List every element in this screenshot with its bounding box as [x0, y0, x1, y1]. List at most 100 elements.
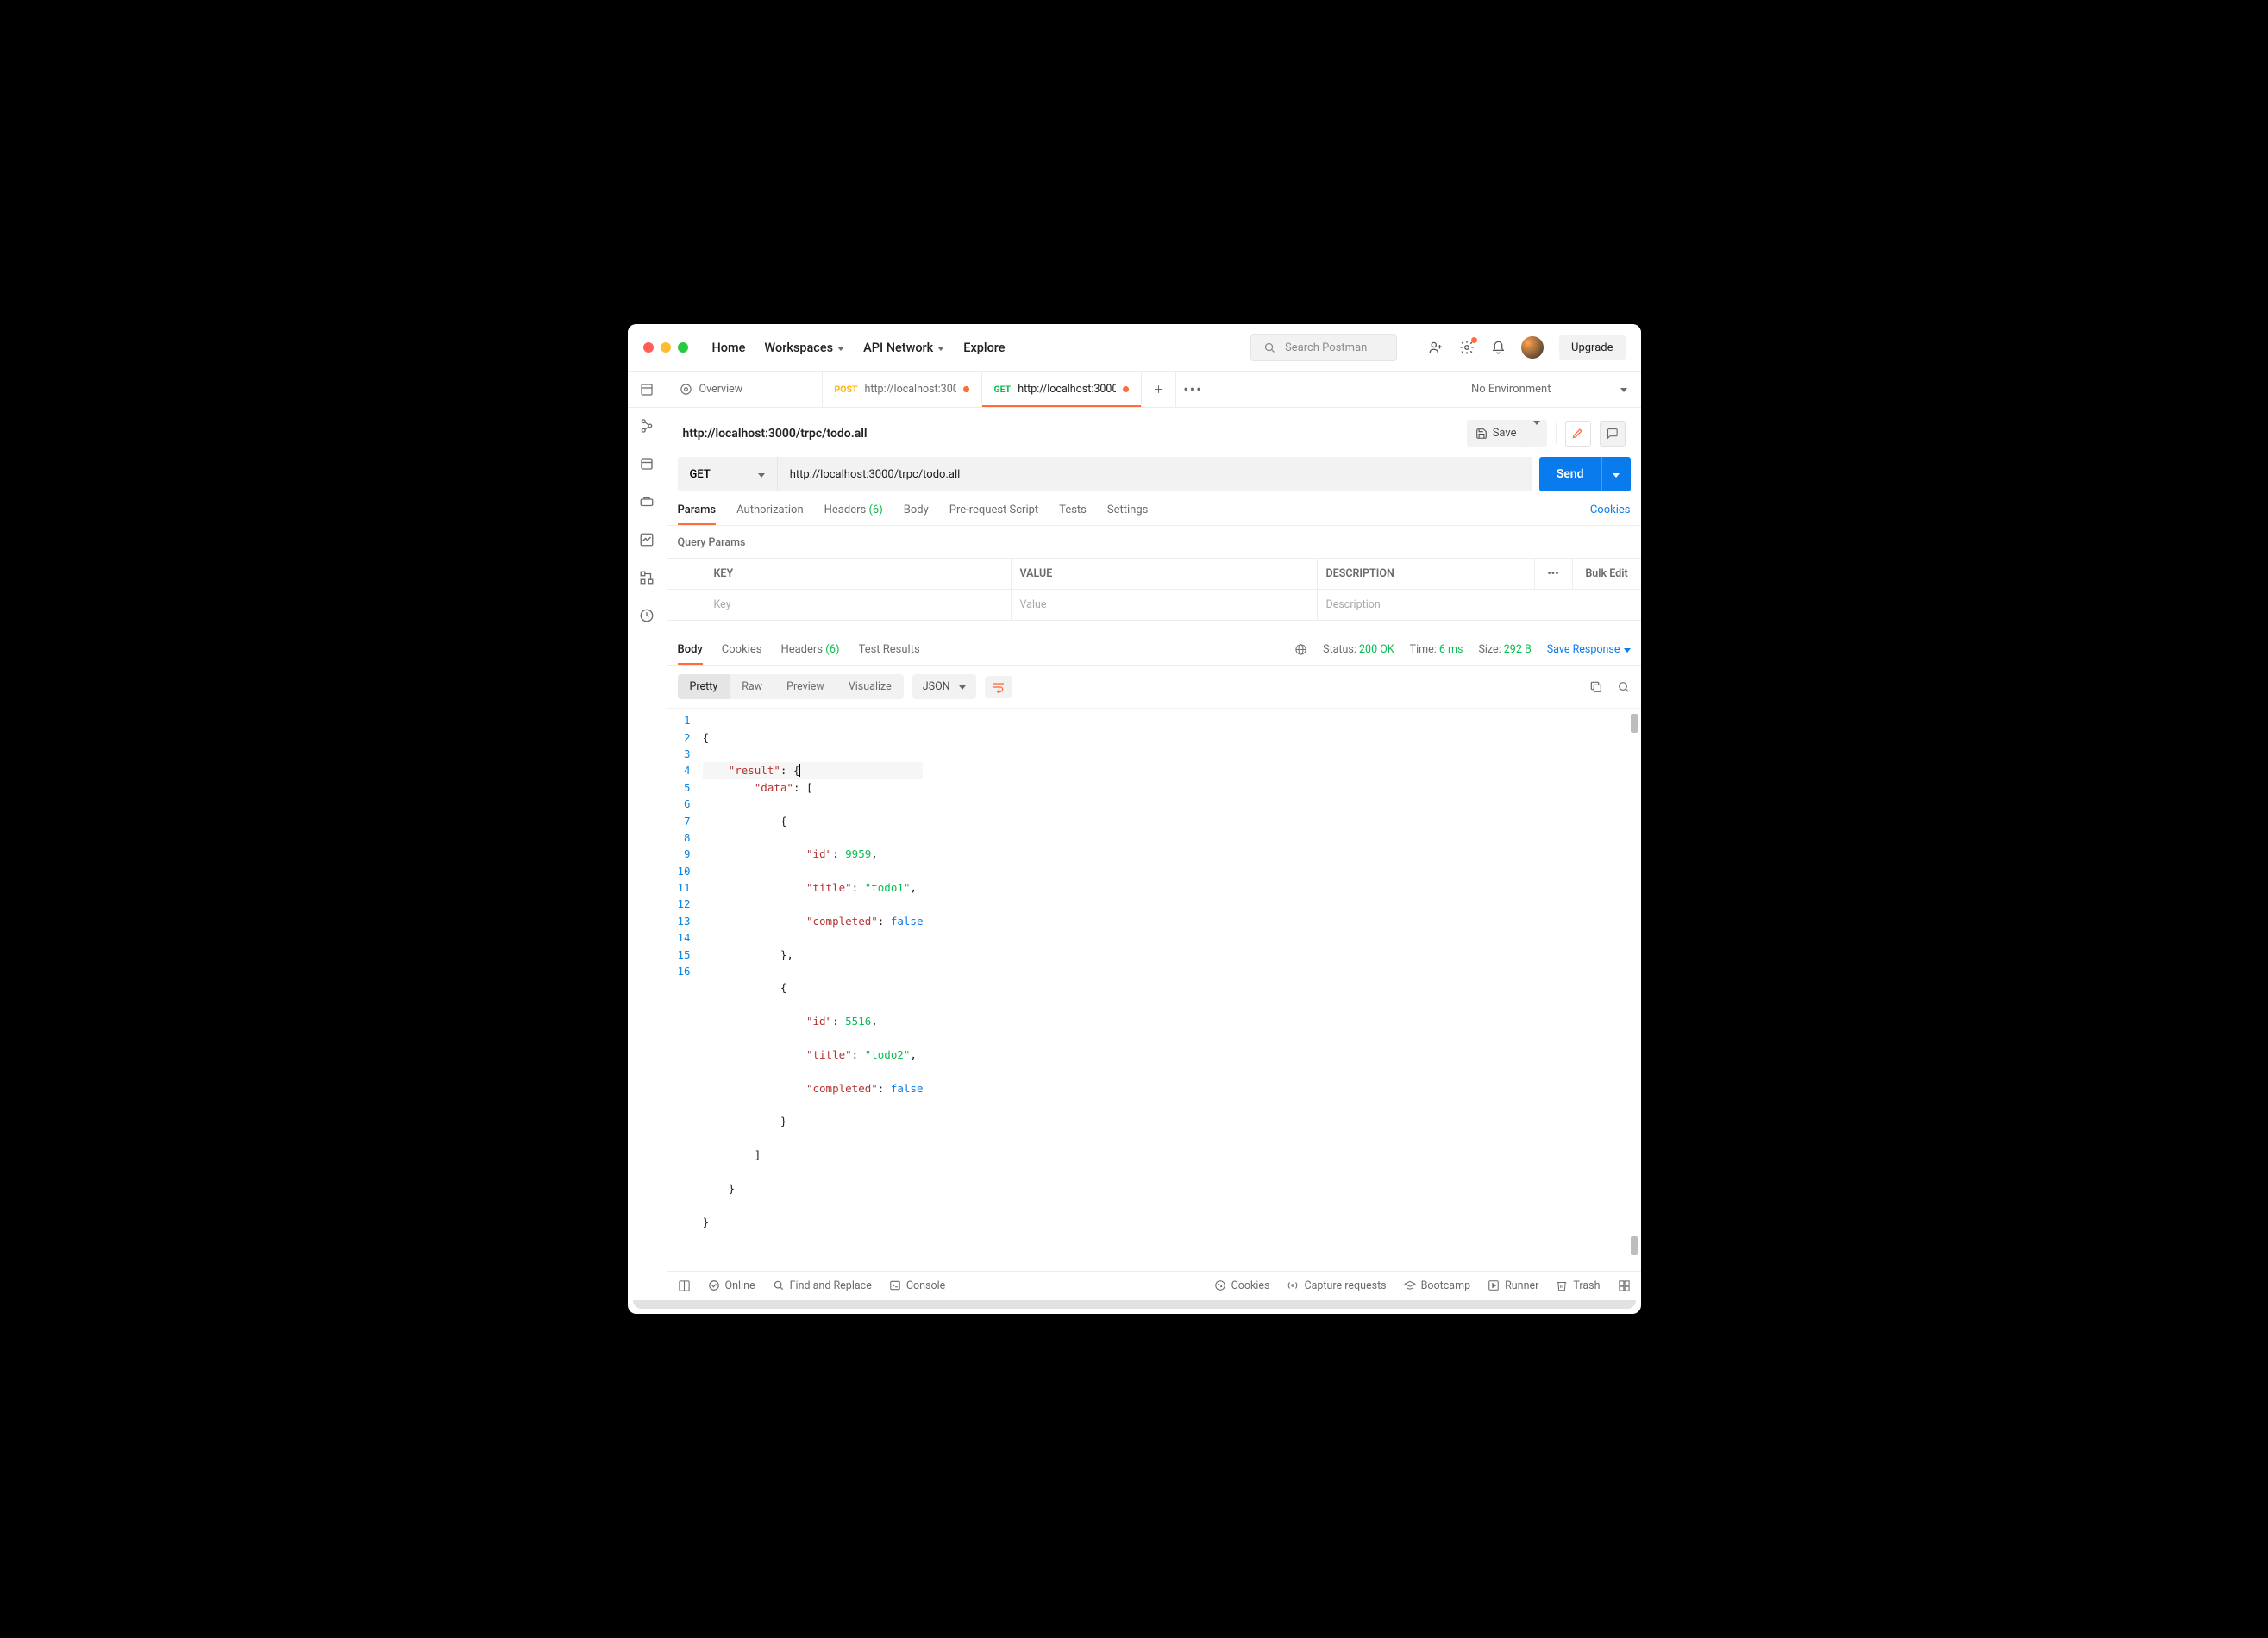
tab-headers[interactable]: Headers (6) — [824, 503, 883, 525]
body-controls: Pretty Raw Preview Visualize JSON — [667, 666, 1641, 709]
view-visualize[interactable]: Visualize — [836, 674, 904, 699]
new-tab-button[interactable] — [1142, 372, 1176, 407]
bulk-edit-button[interactable]: Bulk Edit — [1572, 559, 1641, 589]
layout-icon — [640, 383, 654, 397]
monitors-icon[interactable] — [639, 532, 655, 547]
environments-icon[interactable] — [639, 456, 655, 472]
res-tab-headers[interactable]: Headers (6) — [780, 643, 839, 665]
format-selector[interactable]: JSON — [912, 674, 976, 699]
settings-icon[interactable] — [1459, 340, 1475, 355]
sidebar-toggle[interactable] — [628, 372, 667, 407]
plus-icon — [1153, 384, 1164, 395]
request-header-actions: Save — [1467, 420, 1626, 447]
search-response-button[interactable] — [1617, 680, 1631, 694]
layout-toggle-button[interactable] — [1618, 1279, 1631, 1292]
flows-icon[interactable] — [639, 570, 655, 585]
runner-label: Runner — [1505, 1279, 1538, 1292]
column-options[interactable]: ••• — [1534, 559, 1572, 589]
main-nav: Home Workspaces API Network Explore — [712, 341, 1006, 355]
edit-button[interactable] — [1565, 421, 1591, 447]
runner-button[interactable]: Runner — [1488, 1279, 1538, 1292]
tab-overflow-button[interactable]: ••• — [1176, 372, 1211, 407]
view-preview[interactable]: Preview — [774, 674, 836, 699]
nav-explore[interactable]: Explore — [963, 341, 1005, 355]
scroll-thumb[interactable] — [1631, 714, 1638, 733]
size-label: Size: — [1478, 643, 1501, 656]
status-value: 200 OK — [1359, 643, 1394, 656]
tab-authorization[interactable]: Authorization — [736, 503, 804, 525]
user-avatar[interactable] — [1521, 336, 1544, 359]
description-input[interactable]: Description — [1318, 590, 1641, 620]
time-label: Time: — [1410, 643, 1437, 656]
save-dropdown[interactable] — [1526, 420, 1547, 447]
tab-get-request[interactable]: GET http://localhost:3000/t — [982, 372, 1142, 407]
capture-button[interactable]: Capture requests — [1287, 1279, 1386, 1292]
minimize-window-button[interactable] — [661, 342, 671, 353]
nav-api-network[interactable]: API Network — [863, 341, 944, 355]
http-method-selector[interactable]: GET — [678, 457, 778, 491]
copy-response-button[interactable] — [1589, 680, 1603, 694]
online-status[interactable]: Online — [708, 1279, 755, 1292]
tab-tests[interactable]: Tests — [1059, 503, 1087, 525]
nav-workspaces[interactable]: Workspaces — [764, 341, 844, 355]
send-dropdown[interactable] — [1601, 457, 1631, 491]
grid-icon — [1618, 1279, 1631, 1292]
mock-servers-icon[interactable] — [639, 494, 655, 510]
cookies-link[interactable]: Cookies — [1590, 503, 1631, 525]
tab-overview[interactable]: Overview — [667, 372, 823, 407]
search-input[interactable]: Search Postman — [1250, 334, 1397, 361]
traffic-lights — [643, 342, 688, 353]
tab-settings[interactable]: Settings — [1107, 503, 1148, 525]
cookies-label: Cookies — [1231, 1279, 1270, 1292]
save-button[interactable]: Save — [1467, 420, 1526, 447]
tab-post-request[interactable]: POST http://localhost:3000/ — [823, 372, 982, 407]
invite-icon[interactable] — [1428, 340, 1444, 355]
view-raw[interactable]: Raw — [730, 674, 774, 699]
search-icon — [1617, 680, 1631, 694]
collections-icon[interactable] — [639, 418, 655, 434]
status-label: Status: — [1323, 643, 1356, 656]
save-response-button[interactable]: Save Response — [1547, 643, 1631, 656]
close-window-button[interactable] — [643, 342, 654, 353]
column-key: KEY — [705, 559, 1012, 589]
headers-count: (6) — [868, 503, 882, 516]
chevron-down-icon — [1613, 473, 1620, 478]
maximize-window-button[interactable] — [678, 342, 688, 353]
tab-body[interactable]: Body — [904, 503, 929, 525]
horizontal-scrollbar[interactable] — [633, 1300, 1636, 1309]
environment-selector[interactable]: No Environment — [1457, 372, 1641, 407]
trash-button[interactable]: Trash — [1556, 1279, 1600, 1292]
history-icon[interactable] — [639, 608, 655, 623]
tab-params[interactable]: Params — [678, 503, 717, 525]
tabs-row: Overview POST http://localhost:3000/ GET… — [628, 372, 1641, 408]
comments-button[interactable] — [1600, 421, 1626, 447]
nav-home[interactable]: Home — [712, 341, 746, 355]
url-row: GET http://localhost:3000/trpc/todo.all … — [667, 457, 1641, 491]
res-tab-body[interactable]: Body — [678, 643, 703, 665]
url-input[interactable]: http://localhost:3000/trpc/todo.all — [778, 457, 1532, 491]
find-replace-button[interactable]: Find and Replace — [773, 1279, 872, 1292]
console-button[interactable]: Console — [889, 1279, 945, 1292]
wrap-lines-button[interactable] — [985, 676, 1012, 698]
send-button[interactable]: Send — [1539, 457, 1601, 491]
method-badge-get: GET — [994, 384, 1012, 395]
res-tab-cookies[interactable]: Cookies — [722, 643, 762, 665]
cookies-button[interactable]: Cookies — [1214, 1279, 1270, 1292]
key-input[interactable]: Key — [705, 590, 1012, 620]
res-tab-test-results[interactable]: Test Results — [859, 643, 920, 665]
query-params-label: Query Params — [667, 526, 1641, 558]
upgrade-button[interactable]: Upgrade — [1559, 335, 1625, 360]
bootcamp-button[interactable]: Bootcamp — [1404, 1279, 1470, 1292]
response-body-viewer[interactable]: 1234 5678 9101112 13141516 { "result": {… — [667, 709, 1641, 1270]
save-button-label: Save — [1493, 427, 1517, 440]
capture-label: Capture requests — [1304, 1279, 1386, 1292]
scroll-thumb[interactable] — [1631, 1236, 1638, 1255]
view-pretty[interactable]: Pretty — [678, 674, 730, 699]
value-input[interactable]: Value — [1012, 590, 1318, 620]
tab-prerequest[interactable]: Pre-request Script — [949, 503, 1038, 525]
console-label: Console — [906, 1279, 945, 1292]
http-method-label: GET — [690, 468, 711, 481]
notifications-icon[interactable] — [1490, 340, 1506, 355]
globe-icon[interactable] — [1294, 643, 1307, 656]
panel-layout-button[interactable] — [678, 1279, 691, 1292]
